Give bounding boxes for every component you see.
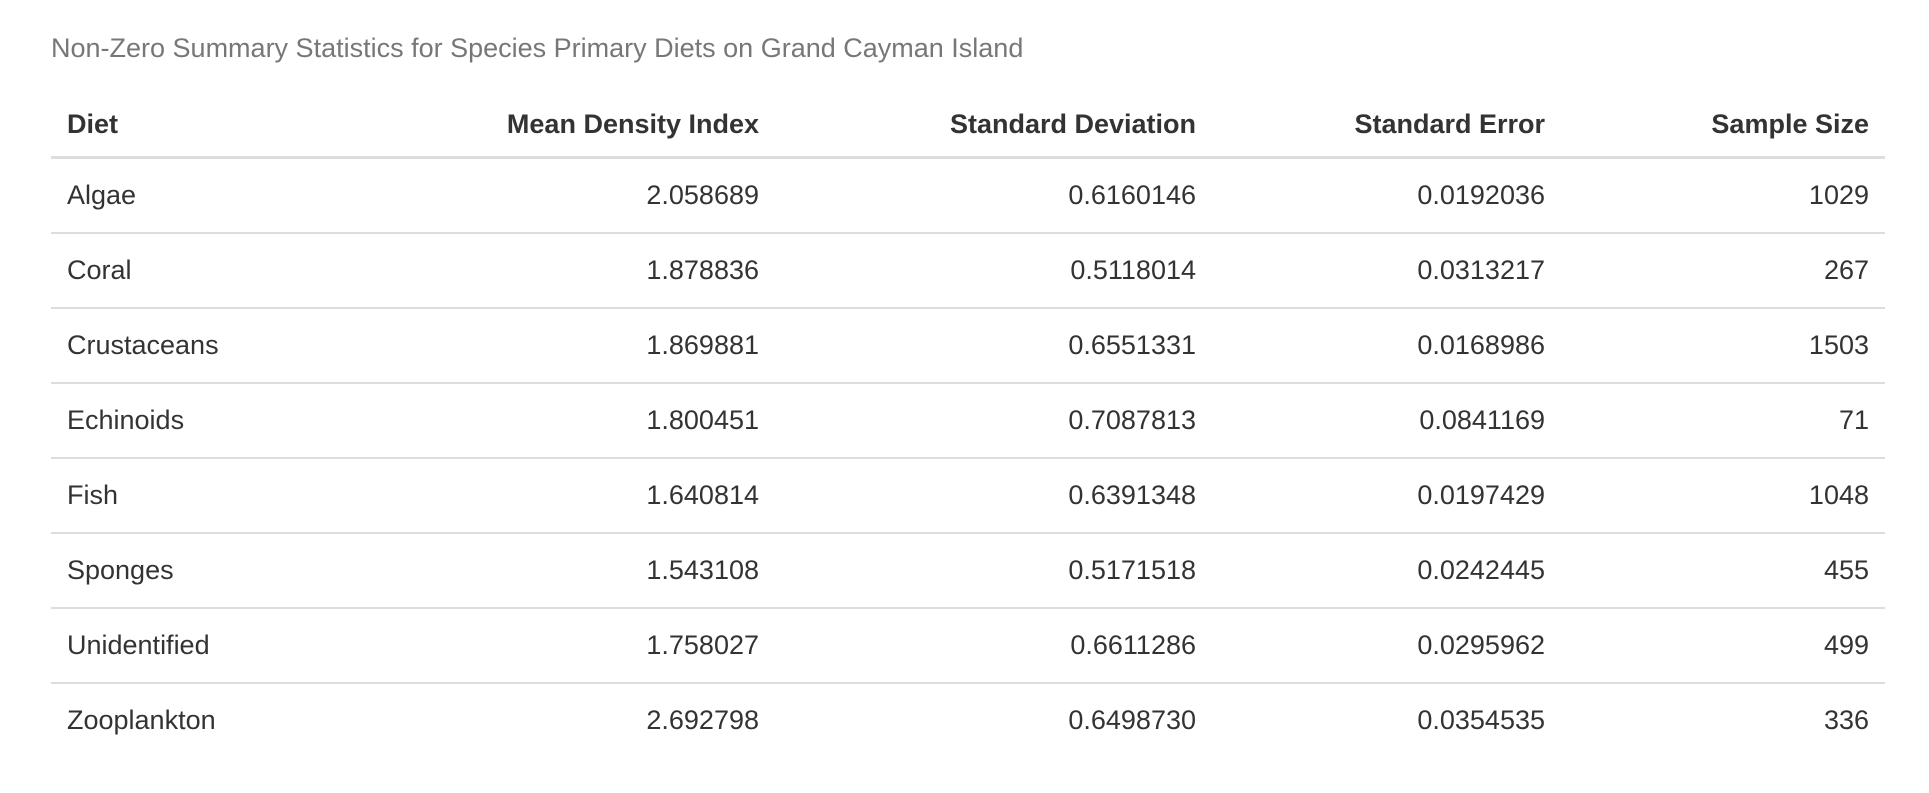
- cell-diet: Echinoids: [51, 382, 348, 458]
- cell-mean-density-index: 1.878836: [348, 232, 775, 308]
- cell-sample-size: 1029: [1808, 180, 1869, 210]
- table-header-row: Diet Mean Density Index Standard Deviati…: [51, 92, 1885, 159]
- table-caption: Non-Zero Summary Statistics for Species …: [51, 33, 1024, 63]
- table-row: Sponges 1.543108 0.5171518 0.0242445 455: [51, 532, 1885, 608]
- cell-standard-error: 0.0192036: [1417, 180, 1545, 210]
- column-header-standard-error: Standard Error: [1212, 92, 1561, 159]
- cell-mean-density-index: 1.800451: [348, 382, 775, 458]
- table-row: Echinoids 1.800451 0.7087813 0.0841169 7…: [51, 382, 1885, 458]
- column-header-diet: Diet: [51, 92, 348, 159]
- cell-sample-size: 267: [1561, 232, 1885, 308]
- cell-standard-error: 0.0242445: [1212, 532, 1561, 608]
- cell-sample-size: 1503: [1561, 307, 1885, 383]
- table-row: Zooplankton 2.692798 0.6498730 0.0354535…: [51, 682, 1885, 757]
- cell-mean-density-index: 1.543108: [348, 532, 775, 608]
- column-header-standard-deviation: Standard Deviation: [775, 92, 1212, 159]
- table-row: Algae 2.058689 0.6160146 0.0192036 1029: [51, 158, 1885, 234]
- cell-diet: Fish: [51, 457, 348, 533]
- cell-standard-deviation: 0.5171518: [775, 532, 1212, 608]
- cell-standard-deviation: 0.6160146: [1068, 180, 1196, 210]
- cell-standard-error: 0.0841169: [1212, 382, 1561, 458]
- cell-standard-error: 0.0313217: [1212, 232, 1561, 308]
- summary-statistics-table: Diet Mean Density Index Standard Deviati…: [51, 92, 1885, 757]
- table-row: Crustaceans 1.869881 0.6551331 0.0168986…: [51, 307, 1885, 383]
- cell-mean-density-index: 1.869881: [348, 307, 775, 383]
- cell-standard-error: 0.0354535: [1212, 682, 1561, 757]
- cell-standard-deviation: 0.6611286: [775, 607, 1212, 683]
- cell-diet: Coral: [51, 232, 348, 308]
- table-row: Fish 1.640814 0.6391348 0.0197429 1048: [51, 457, 1885, 533]
- cell-standard-deviation: 0.6391348: [775, 457, 1212, 533]
- table-row: Coral 1.878836 0.5118014 0.0313217 267: [51, 232, 1885, 308]
- cell-standard-deviation: 0.6498730: [775, 682, 1212, 757]
- table-row: Unidentified 1.758027 0.6611286 0.029596…: [51, 607, 1885, 683]
- cell-diet: Sponges: [51, 532, 348, 608]
- cell-diet: Algae: [67, 180, 137, 210]
- cell-standard-deviation: 0.5118014: [775, 232, 1212, 308]
- cell-diet: Unidentified: [51, 607, 348, 683]
- cell-standard-error: 0.0168986: [1212, 307, 1561, 383]
- cell-sample-size: 455: [1561, 532, 1885, 608]
- cell-mean-density-index: 2.058689: [646, 180, 759, 210]
- cell-standard-error: 0.0197429: [1212, 457, 1561, 533]
- cell-sample-size: 71: [1561, 382, 1885, 458]
- column-header-mean-density-index: Mean Density Index: [348, 92, 775, 159]
- cell-diet: Zooplankton: [51, 682, 348, 757]
- cell-sample-size: 499: [1561, 607, 1885, 683]
- cell-standard-deviation: 0.7087813: [775, 382, 1212, 458]
- cell-sample-size: 336: [1561, 682, 1885, 757]
- cell-sample-size: 1048: [1561, 457, 1885, 533]
- cell-mean-density-index: 1.758027: [348, 607, 775, 683]
- cell-standard-error: 0.0295962: [1212, 607, 1561, 683]
- cell-mean-density-index: 2.692798: [348, 682, 775, 757]
- cell-standard-deviation: 0.6551331: [775, 307, 1212, 383]
- cell-diet: Crustaceans: [51, 307, 348, 383]
- cell-mean-density-index: 1.640814: [348, 457, 775, 533]
- column-header-sample-size: Sample Size: [1561, 92, 1885, 159]
